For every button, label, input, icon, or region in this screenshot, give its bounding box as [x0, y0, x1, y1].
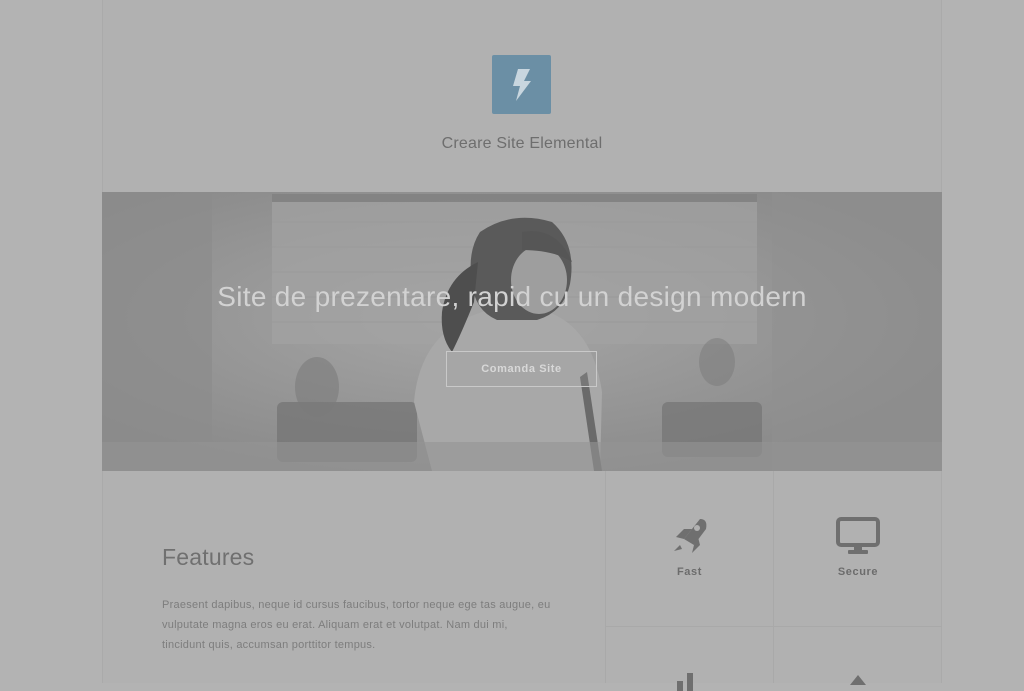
chart-icon [677, 673, 693, 691]
feature-item-secure: Secure [774, 471, 942, 627]
site-name: Creare Site Elemental [441, 135, 603, 152]
feature-item-fast: Fast [605, 471, 774, 627]
lightning-bolt-icon [512, 68, 531, 101]
site-logo[interactable] [492, 55, 551, 114]
site-header: Creare Site Elemental [102, 0, 942, 192]
rocket-icon [673, 519, 706, 553]
feature-grid: Fast Secure [605, 471, 942, 691]
features-section: Features Praesent dapibus, neque id curs… [102, 471, 942, 691]
features-description: Praesent dapibus, neque id cursus faucib… [162, 599, 551, 651]
feature-item-support [774, 627, 942, 685]
feature-item-analytics [605, 627, 774, 691]
feature-label: Fast [676, 566, 703, 578]
hero-banner [102, 192, 942, 471]
arrow-icon [850, 675, 866, 685]
hero-title: Site de prezentare, rapid cu un design m… [217, 281, 807, 312]
hero-background-image [102, 192, 942, 471]
order-site-button[interactable]: Comanda Site [446, 351, 597, 387]
monitor-icon [836, 517, 880, 554]
features-title: Features [162, 544, 255, 570]
feature-label: Secure [837, 566, 879, 578]
